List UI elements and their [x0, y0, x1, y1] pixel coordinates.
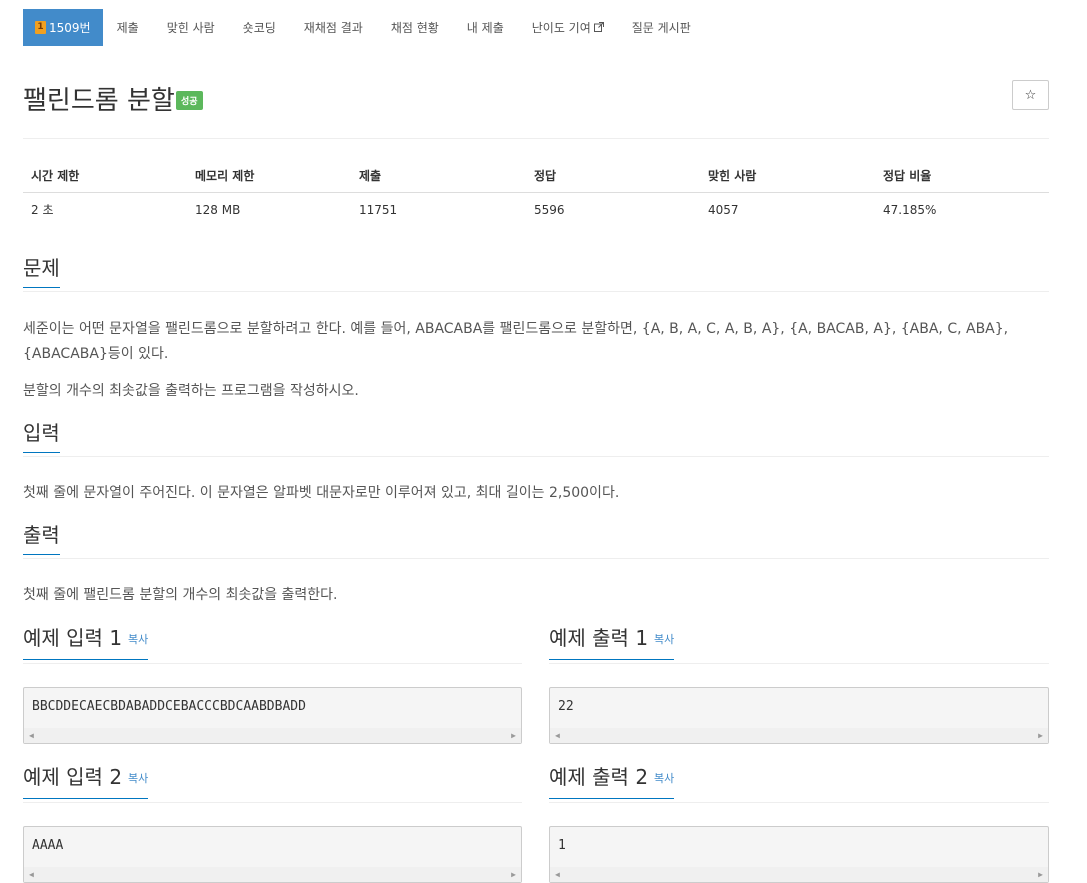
sample-output-2-head: 예제 출력 2 복사	[549, 761, 1049, 803]
sample-output-2-value: 1	[558, 838, 566, 853]
th-accept-ratio: 정답 비율	[875, 159, 1049, 193]
problem-heading-row: 문제	[23, 252, 1049, 292]
output-heading-row: 출력	[23, 519, 1049, 559]
scroll-right-icon[interactable]: ▶	[1038, 731, 1043, 740]
scroll-left-icon[interactable]: ◀	[29, 870, 34, 879]
table-row: 2 초 128 MB 11751 5596 4057 47.185%	[23, 193, 1049, 227]
problem-body: 세준이는 어떤 문자열을 팰린드롬으로 분할하려고 한다. 예를 들어, ABA…	[23, 317, 1049, 404]
input-section: 입력 첫째 줄에 문자열이 주어진다. 이 문자열은 알파벳 대문자로만 이루어…	[23, 417, 1049, 506]
sample-input-1-box[interactable]: BBCDDECAECBDABADDCEBACCCBDCAABDBADD ◀ ▶	[23, 687, 522, 744]
sample-input-2-title: 예제 입력 2 복사	[23, 764, 149, 799]
problem-heading: 문제	[23, 256, 60, 288]
td-time-limit: 2 초	[31, 203, 54, 217]
title-row: 팰린드롬 분할 성공 ☆	[23, 55, 1049, 139]
tab-solved-users-label: 맞힌 사람	[166, 21, 215, 35]
tab-difficulty-label: 난이도 기여	[531, 21, 591, 35]
tab-question-board[interactable]: 질문 게시판	[618, 9, 705, 46]
problem-nav: 1 1509번 제출 맞힌 사람 숏코딩 재채점 결과 채점 현황 내 제출 난…	[23, 9, 1049, 55]
external-link-icon	[593, 21, 604, 32]
samples-row-1: 예제 입력 1 복사 BBCDDECAECBDABADDCEBACCCBDCAAB…	[23, 622, 1049, 744]
scroll-left-icon[interactable]: ◀	[555, 731, 560, 740]
tab-rejudge-results[interactable]: 재채점 결과	[290, 9, 377, 46]
copy-button[interactable]: 복사	[654, 633, 674, 646]
tab-status[interactable]: 채점 현황	[377, 9, 453, 46]
output-description: 첫째 줄에 팰린드롬 분할의 개수의 최솟값을 출력한다.	[23, 587, 338, 603]
problem-info-table: 시간 제한 메모리 제한 제출 정답 맞힌 사람 정답 비율 2 초 128 M…	[23, 159, 1049, 226]
sample-input-2-box[interactable]: AAAA ◀ ▶	[23, 826, 522, 883]
table-header-row: 시간 제한 메모리 제한 제출 정답 맞힌 사람 정답 비율	[23, 159, 1049, 193]
output-body: 첫째 줄에 팰린드롬 분할의 개수의 최솟값을 출력한다.	[23, 583, 1049, 608]
tab-submit[interactable]: 제출	[103, 9, 153, 46]
horizontal-scrollbar[interactable]: ◀ ▶	[550, 728, 1048, 743]
scroll-right-icon[interactable]: ▶	[1038, 870, 1043, 879]
tab-submit-label: 제출	[116, 21, 139, 35]
td-memory-limit: 128 MB	[195, 202, 241, 217]
problem-description: 세준이는 어떤 문자열을 팰린드롬으로 분할하려고 한다. 예를 들어, ABA…	[23, 321, 1009, 362]
scroll-left-icon[interactable]: ◀	[555, 870, 560, 879]
output-heading: 출력	[23, 523, 60, 555]
status-badge: 성공	[176, 91, 203, 110]
sample-output-1-title-text: 예제 출력 1	[549, 626, 649, 650]
tab-solved-users[interactable]: 맞힌 사람	[153, 9, 229, 46]
th-memory-limit: 메모리 제한	[187, 159, 351, 193]
sample-input-1-title: 예제 입력 1 복사	[23, 625, 149, 660]
th-submissions: 제출	[351, 159, 526, 193]
copy-button[interactable]: 복사	[654, 772, 674, 785]
sample-input-2-title-text: 예제 입력 2	[23, 765, 123, 789]
scroll-right-icon[interactable]: ▶	[511, 870, 516, 879]
th-accepted: 정답	[526, 159, 700, 193]
horizontal-scrollbar[interactable]: ◀ ▶	[24, 867, 521, 882]
sample-input-1-value: BBCDDECAECBDABADDCEBACCCBDCAABDBADD	[32, 699, 306, 714]
sample-output-1-head: 예제 출력 1 복사	[549, 622, 1049, 664]
scroll-right-icon[interactable]: ▶	[511, 731, 516, 740]
tab-my-submissions[interactable]: 내 제출	[453, 9, 518, 46]
horizontal-scrollbar[interactable]: ◀ ▶	[550, 867, 1048, 882]
problem-task: 분할의 개수의 최솟값을 출력하는 프로그램을 작성하시오.	[23, 383, 359, 399]
horizontal-scrollbar[interactable]: ◀ ▶	[24, 728, 521, 743]
tab-short-coding-label: 숏코딩	[242, 21, 276, 35]
td-submissions: 11751	[359, 202, 398, 217]
sample-input-2-value: AAAA	[32, 838, 64, 853]
tab-status-label: 채점 현황	[390, 21, 439, 35]
tab-short-coding[interactable]: 숏코딩	[229, 9, 290, 46]
tab-rejudge-results-label: 재채점 결과	[303, 21, 363, 35]
sample-output-1-title: 예제 출력 1 복사	[549, 625, 675, 660]
output-section: 출력 첫째 줄에 팰린드롬 분할의 개수의 최솟값을 출력한다.	[23, 519, 1049, 608]
input-heading: 입력	[23, 421, 60, 453]
th-solved-users: 맞힌 사람	[700, 159, 875, 193]
tier-icon: 1	[35, 21, 46, 34]
tab-problem-label: 1509번	[49, 21, 91, 35]
td-solved-users: 4057	[708, 202, 739, 217]
input-body: 첫째 줄에 문자열이 주어진다. 이 문자열은 알파벳 대문자로만 이루어져 있…	[23, 481, 1049, 506]
td-accept-ratio: 47.185%	[883, 202, 937, 217]
sample-output-2-box[interactable]: 1 ◀ ▶	[549, 826, 1049, 883]
sample-input-2-head: 예제 입력 2 복사	[23, 761, 522, 803]
scroll-left-icon[interactable]: ◀	[29, 731, 34, 740]
problem-section: 문제 세준이는 어떤 문자열을 팰린드롬으로 분할하려고 한다. 예를 들어, …	[23, 252, 1049, 404]
star-icon: ☆	[1024, 87, 1037, 103]
sample-input-1-head: 예제 입력 1 복사	[23, 622, 522, 664]
sample-output-1-box[interactable]: 22 ◀ ▶	[549, 687, 1049, 744]
input-description: 첫째 줄에 문자열이 주어진다. 이 문자열은 알파벳 대문자로만 이루어져 있…	[23, 485, 620, 501]
copy-button[interactable]: 복사	[128, 633, 148, 646]
sample-input-1: 예제 입력 1 복사 BBCDDECAECBDABADDCEBACCCBDCAAB…	[23, 622, 522, 744]
tab-question-board-label: 질문 게시판	[631, 21, 691, 35]
favorite-button[interactable]: ☆	[1012, 80, 1049, 110]
sample-input-1-title-text: 예제 입력 1	[23, 626, 123, 650]
td-accepted: 5596	[534, 202, 565, 217]
input-heading-row: 입력	[23, 417, 1049, 457]
tab-difficulty-contribution[interactable]: 난이도 기여	[518, 9, 618, 46]
page-title: 팰린드롬 분할	[23, 86, 175, 116]
tab-my-submissions-label: 내 제출	[466, 21, 504, 35]
th-time-limit: 시간 제한	[23, 159, 187, 193]
sample-output-2-title-text: 예제 출력 2	[549, 765, 649, 789]
sample-output-2-title: 예제 출력 2 복사	[549, 764, 675, 799]
sample-output-1: 예제 출력 1 복사 22 ◀ ▶	[549, 622, 1049, 744]
page: 1 1509번 제출 맞힌 사람 숏코딩 재채점 결과 채점 현황 내 제출 난…	[23, 0, 1049, 883]
sample-output-1-value: 22	[558, 699, 574, 714]
copy-button[interactable]: 복사	[128, 772, 148, 785]
tab-problem[interactable]: 1 1509번	[23, 9, 103, 46]
